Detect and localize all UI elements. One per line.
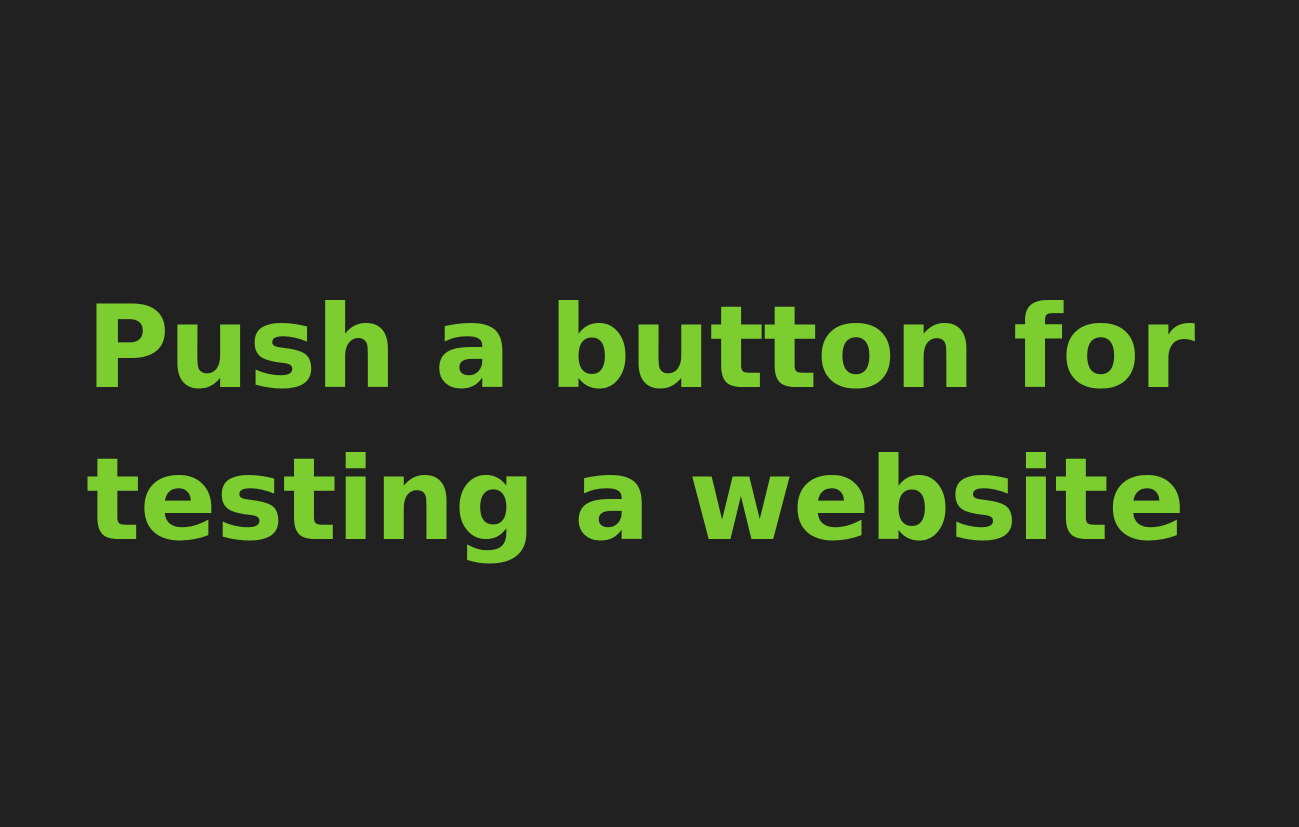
page: { "headline": { "lines": ["Push a button… xyxy=(0,0,1299,827)
headline: Push a button for testing a website xyxy=(86,272,1236,576)
headline-line-1: Push a button for xyxy=(86,281,1195,414)
headline-line-2: testing a website xyxy=(86,433,1185,566)
